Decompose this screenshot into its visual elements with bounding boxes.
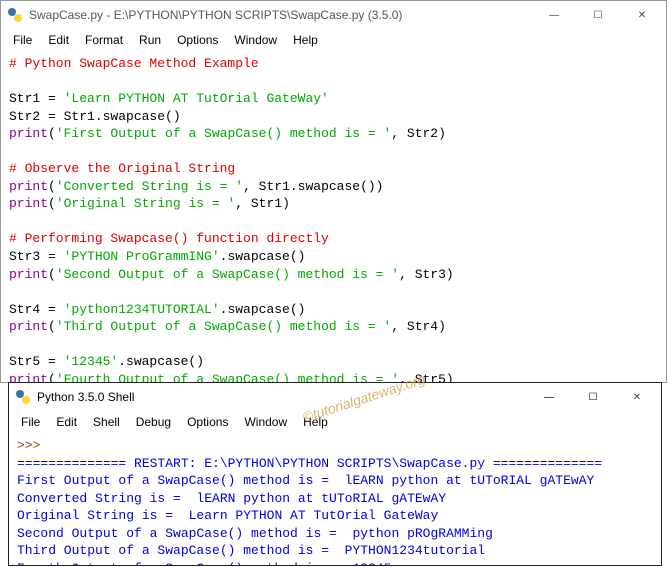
code-comment: # Observe the Original String bbox=[9, 161, 235, 176]
shell-menubar: File Edit Shell Debug Options Window Hel… bbox=[9, 411, 661, 433]
menu-edit[interactable]: Edit bbox=[40, 31, 77, 49]
maximize-button[interactable]: ☐ bbox=[571, 384, 615, 410]
shell-title: Python 3.5.0 Shell bbox=[37, 390, 527, 404]
shell-window: Python 3.5.0 Shell — ☐ ✕ File Edit Shell… bbox=[8, 382, 662, 566]
code-string: 'python1234TUTORIAL' bbox=[64, 302, 220, 317]
code-text: .swapcase() bbox=[220, 249, 306, 264]
menu-help[interactable]: Help bbox=[285, 31, 326, 49]
code-text: Str5 = bbox=[9, 354, 64, 369]
menu-edit[interactable]: Edit bbox=[48, 413, 85, 431]
editor-window-controls: — ☐ ✕ bbox=[532, 2, 664, 28]
code-text: Str1 = bbox=[9, 91, 64, 106]
menu-file[interactable]: File bbox=[13, 413, 48, 431]
maximize-button[interactable]: ☐ bbox=[576, 2, 620, 28]
menu-format[interactable]: Format bbox=[77, 31, 131, 49]
shell-output-line: Third Output of a SwapCase() method is =… bbox=[17, 543, 485, 558]
python-icon bbox=[7, 7, 23, 23]
code-comment: # Performing Swapcase() function directl… bbox=[9, 231, 329, 246]
menu-options[interactable]: Options bbox=[179, 413, 236, 431]
shell-output-line: Converted String is = lEARN python at tU… bbox=[17, 491, 446, 506]
code-text: , Str3) bbox=[399, 267, 454, 282]
code-text: , Str5) bbox=[399, 372, 454, 382]
code-builtin: print bbox=[9, 196, 48, 211]
menu-window[interactable]: Window bbox=[236, 413, 295, 431]
menu-window[interactable]: Window bbox=[226, 31, 285, 49]
code-comment: # Python SwapCase Method Example bbox=[9, 56, 259, 71]
shell-output-area[interactable]: >>> ============== RESTART: E:\PYTHON\PY… bbox=[9, 433, 661, 565]
code-builtin: print bbox=[9, 372, 48, 382]
shell-output-line: First Output of a SwapCase() method is =… bbox=[17, 473, 594, 488]
menu-options[interactable]: Options bbox=[169, 31, 226, 49]
code-string: 'Fourth Output of a SwapCase() method is… bbox=[56, 372, 399, 382]
code-text: .swapcase() bbox=[118, 354, 204, 369]
code-string: 'First Output of a SwapCase() method is … bbox=[56, 126, 391, 141]
code-text: , Str1.swapcase()) bbox=[243, 179, 383, 194]
code-string: 'Learn PYTHON AT TutOrial GateWay' bbox=[64, 91, 329, 106]
editor-menubar: File Edit Format Run Options Window Help bbox=[1, 29, 666, 51]
code-string: '12345' bbox=[64, 354, 119, 369]
minimize-button[interactable]: — bbox=[527, 384, 571, 410]
editor-window: SwapCase.py - E:\PYTHON\PYTHON SCRIPTS\S… bbox=[0, 0, 667, 383]
shell-titlebar[interactable]: Python 3.5.0 Shell — ☐ ✕ bbox=[9, 383, 661, 411]
code-text: ( bbox=[48, 372, 56, 382]
shell-prompt: >>> bbox=[17, 438, 40, 453]
python-icon bbox=[15, 389, 31, 405]
code-string: 'Converted String is = ' bbox=[56, 179, 243, 194]
code-text: Str4 = bbox=[9, 302, 64, 317]
code-text: ( bbox=[48, 126, 56, 141]
editor-title: SwapCase.py - E:\PYTHON\PYTHON SCRIPTS\S… bbox=[29, 8, 532, 22]
code-text: , Str2) bbox=[391, 126, 446, 141]
code-text: , Str4) bbox=[391, 319, 446, 334]
minimize-button[interactable]: — bbox=[532, 2, 576, 28]
code-string: 'Second Output of a SwapCase() method is… bbox=[56, 267, 399, 282]
code-builtin: print bbox=[9, 267, 48, 282]
menu-debug[interactable]: Debug bbox=[128, 413, 179, 431]
shell-output-line: Original String is = Learn PYTHON AT Tut… bbox=[17, 508, 438, 523]
code-text: Str3 = bbox=[9, 249, 64, 264]
shell-restart-line: ============== RESTART: E:\PYTHON\PYTHON… bbox=[17, 456, 602, 471]
shell-output-line: Second Output of a SwapCase() method is … bbox=[17, 526, 493, 541]
menu-file[interactable]: File bbox=[5, 31, 40, 49]
code-text: Str2 = Str1.swapcase() bbox=[9, 109, 181, 124]
close-button[interactable]: ✕ bbox=[615, 384, 659, 410]
shell-output-line: Fourth Output of a SwapCase() method is … bbox=[17, 561, 391, 565]
code-text: ( bbox=[48, 196, 56, 211]
code-builtin: print bbox=[9, 319, 48, 334]
menu-shell[interactable]: Shell bbox=[85, 413, 128, 431]
code-builtin: print bbox=[9, 126, 48, 141]
code-text: .swapcase() bbox=[220, 302, 306, 317]
close-button[interactable]: ✕ bbox=[620, 2, 664, 28]
code-string: 'Third Output of a SwapCase() method is … bbox=[56, 319, 391, 334]
editor-titlebar[interactable]: SwapCase.py - E:\PYTHON\PYTHON SCRIPTS\S… bbox=[1, 1, 666, 29]
code-text: ( bbox=[48, 267, 56, 282]
shell-window-controls: — ☐ ✕ bbox=[527, 384, 659, 410]
menu-help[interactable]: Help bbox=[295, 413, 336, 431]
code-string: 'Original String is = ' bbox=[56, 196, 235, 211]
code-text: ( bbox=[48, 179, 56, 194]
code-text: ( bbox=[48, 319, 56, 334]
code-text: , Str1) bbox=[235, 196, 290, 211]
code-string: 'PYTHON ProGrammING' bbox=[64, 249, 220, 264]
code-builtin: print bbox=[9, 179, 48, 194]
editor-code-area[interactable]: # Python SwapCase Method Example Str1 = … bbox=[1, 51, 666, 382]
menu-run[interactable]: Run bbox=[131, 31, 169, 49]
